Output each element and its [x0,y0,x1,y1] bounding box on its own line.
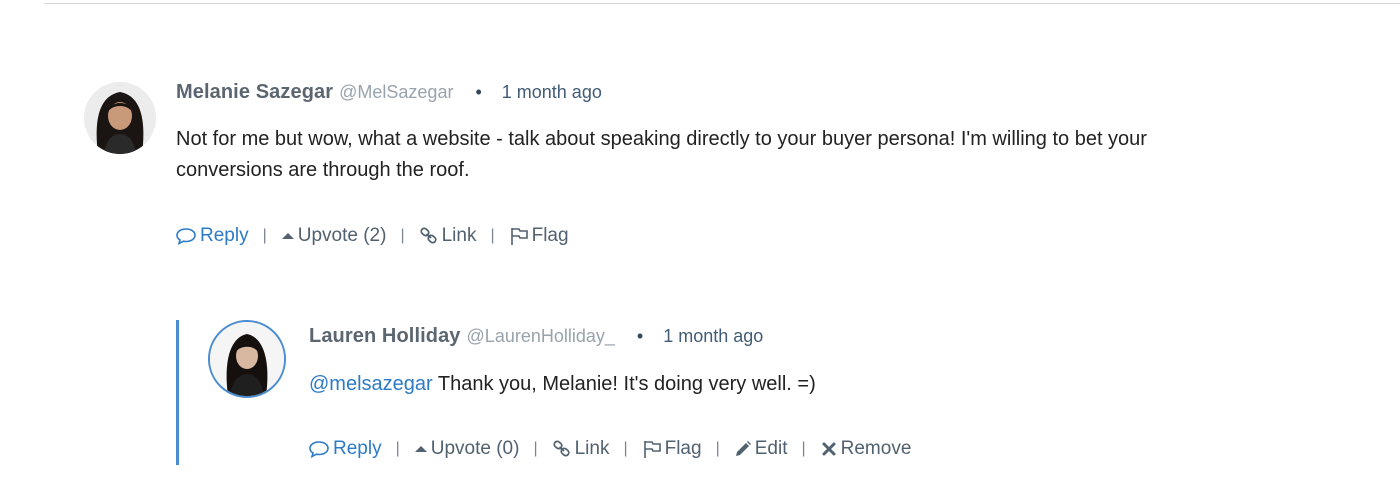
caret-up-icon [281,233,294,239]
link-label: Link [574,438,610,459]
upvote-button[interactable]: Upvote (0) [414,438,520,460]
link-button[interactable]: Link [419,225,477,247]
action-divider: | [400,227,405,244]
flag-label: Flag [664,438,702,459]
flag-button[interactable]: Flag [642,438,702,460]
action-divider: | [395,440,400,457]
flag-label: Flag [531,225,569,246]
meta-separator: • [636,326,644,346]
reply-text: Thank you, Melanie! It's doing very well… [432,373,816,395]
speech-bubble-icon [176,228,196,245]
action-divider: | [801,440,806,457]
avatar[interactable] [208,320,286,398]
reply-button[interactable]: Reply [308,438,382,460]
upvote-label: Upvote (2) [297,225,387,246]
caret-up-icon [414,446,427,452]
chain-link-icon [552,440,570,457]
reply-thread-line [176,320,179,465]
reply-actions: Reply | Upvote (0) | Link | Flag | Edit … [308,438,911,460]
speech-bubble-icon [309,441,329,458]
action-divider: | [715,440,720,457]
reply-label: Reply [333,438,382,459]
reply-meta: Lauren Holliday @LaurenHolliday_ • 1 mon… [309,325,763,348]
comment-meta: Melanie Sazegar @MelSazegar • 1 month ag… [176,81,602,104]
upvote-label: Upvote (0) [430,438,520,459]
flag-icon [510,228,528,245]
reply-button[interactable]: Reply [175,225,249,247]
x-icon [822,442,836,456]
author-handle[interactable]: @LaurenHolliday_ [467,326,615,347]
action-divider: | [623,440,628,457]
remove-label: Remove [840,438,912,459]
remove-button[interactable]: Remove [820,438,912,460]
meta-separator: • [475,82,482,102]
reply-label: Reply [200,225,249,246]
action-divider: | [490,227,495,244]
link-button[interactable]: Link [552,438,610,460]
edit-button[interactable]: Edit [734,438,788,460]
chain-link-icon [419,227,437,244]
timestamp[interactable]: 1 month ago [502,82,602,103]
upvote-button[interactable]: Upvote (2) [281,225,387,247]
flag-icon [643,441,661,458]
edit-label: Edit [754,438,788,459]
action-divider: | [533,440,538,457]
author-handle[interactable]: @MelSazegar [339,82,453,103]
link-label: Link [441,225,477,246]
top-divider [44,3,1400,4]
mention-link[interactable]: @melsazegar [309,373,433,395]
pencil-icon [735,441,751,456]
author-name[interactable]: Melanie Sazegar [176,81,333,104]
avatar[interactable] [84,82,156,154]
action-divider: | [262,227,267,244]
flag-button[interactable]: Flag [509,225,569,247]
timestamp[interactable]: 1 month ago [663,326,763,347]
reply-body: @melsazegar Thank you, Melanie! It's doi… [309,369,1209,400]
author-name[interactable]: Lauren Holliday [309,325,461,348]
comment-actions: Reply | Upvote (2) | Link | Flag [175,225,569,247]
comment-body: Not for me but wow, what a website - tal… [176,128,1147,181]
